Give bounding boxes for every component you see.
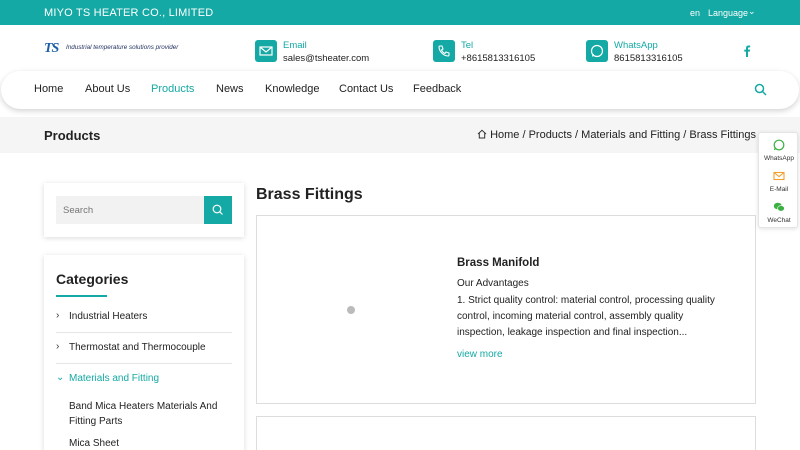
product-advantages: Our Advantages [457, 278, 529, 289]
search-button[interactable] [204, 196, 232, 224]
section-title: Brass Fittings [256, 186, 363, 203]
tel-value[interactable]: +8615813316105 [461, 53, 535, 64]
facebook-icon[interactable] [742, 45, 752, 57]
whatsapp-label: WhatsApp [614, 40, 658, 51]
nav-contact-us[interactable]: Contact Us [339, 83, 393, 95]
product-card[interactable] [256, 416, 756, 450]
wechat-icon [773, 202, 785, 212]
nav-products[interactable]: Products [151, 83, 194, 95]
logo-tagline: Industrial temperature solutions provide… [66, 44, 179, 51]
product-card[interactable]: Brass Manifold Our Advantages 1. Strict … [256, 215, 756, 404]
product-description: 1. Strict quality control: material cont… [457, 295, 715, 338]
product-image-placeholder [347, 306, 355, 314]
top-bar: MIYO TS HEATER CO., LIMITED en Language … [0, 0, 800, 25]
email-icon [773, 171, 785, 181]
category-label: Thermostat and Thermocouple [69, 342, 206, 353]
heading-underline [56, 295, 107, 297]
float-wechat-label: WeChat [767, 217, 791, 224]
nav-knowledge[interactable]: Knowledge [265, 83, 319, 95]
chevron-right-icon: › [56, 341, 60, 352]
categories-heading: Categories [56, 271, 129, 287]
breadcrumb: Home / Products / Materials and Fitting … [477, 129, 756, 141]
chevron-right-icon: › [56, 310, 60, 321]
logo-mark: TS [44, 41, 59, 56]
subcategory-band-mica[interactable]: Band Mica Heaters Materials And Fitting … [69, 399, 229, 429]
email-value[interactable]: sales@tsheater.com [283, 53, 369, 64]
view-more-link[interactable]: view more [457, 349, 503, 360]
home-icon[interactable] [477, 129, 487, 139]
main-nav: Home About Us Products News Knowledge Co… [1, 71, 799, 109]
float-email[interactable]: E-Mail [759, 166, 799, 197]
chevron-down-icon[interactable]: ⌄ [748, 6, 756, 17]
email-label: Email [283, 40, 307, 51]
page-title-bar: Products Home / Products / Materials and… [0, 117, 800, 153]
tel-label: Tel [461, 40, 474, 51]
floating-contact-bar: WhatsApp E-Mail WeChat [758, 132, 798, 228]
company-name: MIYO TS HEATER CO., LIMITED [44, 7, 214, 19]
logo[interactable]: TS Industrial temperature solutions prov… [44, 41, 184, 56]
product-name[interactable]: Brass Manifold [457, 257, 539, 269]
search-icon[interactable] [754, 83, 767, 96]
sidebar-search [44, 183, 244, 237]
email-icon [255, 40, 277, 62]
float-whatsapp-label: WhatsApp [764, 155, 794, 162]
category-label: Industrial Heaters [69, 311, 148, 322]
whatsapp-icon [586, 40, 608, 62]
language-selector[interactable]: Language [708, 8, 748, 18]
whatsapp-icon [773, 139, 785, 151]
float-wechat[interactable]: WeChat [759, 197, 799, 228]
nav-about-us[interactable]: About Us [85, 83, 130, 95]
search-icon [212, 204, 223, 215]
float-email-label: E-Mail [769, 186, 789, 193]
nav-home[interactable]: Home [34, 83, 63, 95]
search-input[interactable] [56, 196, 204, 224]
category-thermostat-thermocouple[interactable]: › Thermostat and Thermocouple [56, 333, 232, 364]
categories-panel: Categories › Industrial Heaters › Thermo… [44, 255, 244, 450]
nav-news[interactable]: News [216, 83, 244, 95]
subcategory-mica-sheet[interactable]: Mica Sheet [69, 436, 229, 450]
float-whatsapp[interactable]: WhatsApp [759, 135, 799, 166]
chevron-down-icon: ⌄ [56, 372, 65, 383]
whatsapp-value[interactable]: 8615813316105 [614, 53, 683, 64]
nav-feedback[interactable]: Feedback [413, 83, 461, 95]
category-label: Materials and Fitting [69, 373, 160, 384]
page-title: Products [44, 128, 101, 143]
language-code[interactable]: en [690, 8, 700, 18]
category-industrial-heaters[interactable]: › Industrial Heaters [56, 302, 232, 333]
phone-icon [433, 40, 455, 62]
breadcrumb-trail[interactable]: Home / Products / Materials and Fitting … [490, 129, 756, 141]
category-materials-fitting[interactable]: ⌄ Materials and Fitting [56, 364, 232, 395]
